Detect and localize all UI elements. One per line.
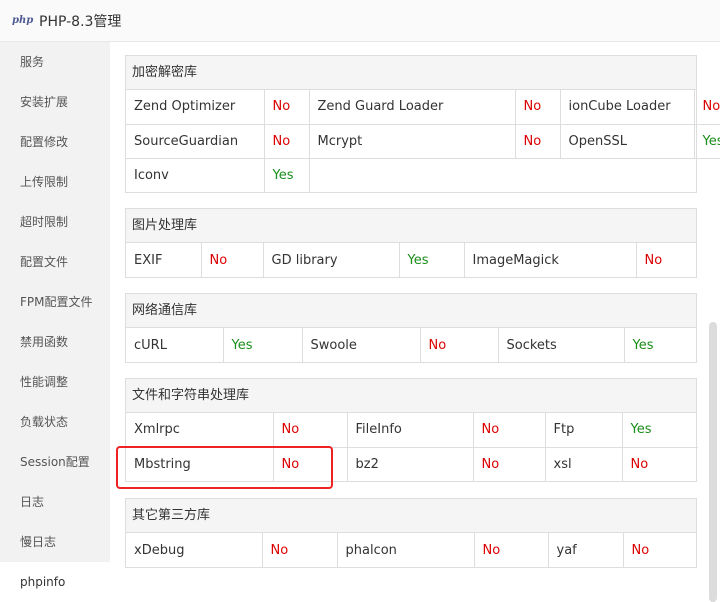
extension-name: ionCube Loader xyxy=(560,90,695,125)
window-title: PHP-8.3管理 xyxy=(39,13,122,30)
table-row: Zend Optimizer No Zend Guard Loader No i… xyxy=(126,90,720,125)
extension-name: OpenSSL xyxy=(560,124,695,159)
extension-status: No xyxy=(273,447,348,481)
sidebar-item-log[interactable]: 日志 xyxy=(0,482,110,522)
section-crypto: 加密解密库 Zend Optimizer No Zend Guard Loade… xyxy=(125,55,720,193)
extension-status: No xyxy=(201,243,264,277)
extension-status: Yes xyxy=(223,328,303,362)
extension-status: No xyxy=(630,456,649,472)
section-file-string: 文件和字符串处理库 Xmlrpc No FileInfo No Ftp Yes … xyxy=(125,378,698,482)
table-row: EXIF No GD library Yes ImageMagick No xyxy=(126,243,698,277)
extension-name: xsl xyxy=(545,447,623,481)
vertical-scrollbar[interactable] xyxy=(709,322,717,602)
sidebar-item-disabled-functions[interactable]: 禁用函数 xyxy=(0,322,110,362)
sidebar: 服务 安装扩展 配置修改 上传限制 超时限制 配置文件 FPM配置文件 禁用函数… xyxy=(0,42,110,602)
extension-status: Yes xyxy=(694,124,720,159)
sidebar-item-install-extension[interactable]: 安装扩展 xyxy=(0,82,110,122)
extension-name: Mcrypt xyxy=(309,124,516,159)
extension-status: Yes xyxy=(622,413,698,448)
extension-name: Zend Optimizer xyxy=(126,90,265,125)
sidebar-item-config-edit[interactable]: 配置修改 xyxy=(0,122,110,162)
extension-name: GD library xyxy=(263,243,400,277)
extension-status: No xyxy=(262,533,338,567)
section-third-party: 其它第三方库 xDebug No phalcon No yaf No xyxy=(125,498,697,568)
extension-table: Zend Optimizer No Zend Guard Loader No i… xyxy=(126,90,720,192)
section-title: 网络通信库 xyxy=(126,294,696,328)
sidebar-item-load-status[interactable]: 负载状态 xyxy=(0,402,110,442)
table-row: Xmlrpc No FileInfo No Ftp Yes xyxy=(126,413,698,448)
section-title: 图片处理库 xyxy=(126,209,696,243)
extension-table: xDebug No phalcon No yaf No xyxy=(126,533,698,567)
sidebar-item-session-config[interactable]: Session配置 xyxy=(0,442,110,482)
section-image: 图片处理库 EXIF No GD library Yes ImageMagick… xyxy=(125,208,697,278)
extension-status: Yes xyxy=(632,337,654,353)
sidebar-item-config-file[interactable]: 配置文件 xyxy=(0,242,110,282)
extension-name: Zend Guard Loader xyxy=(309,90,516,125)
extension-status: No xyxy=(631,542,650,558)
window-titlebar: php PHP-8.3管理 xyxy=(0,0,720,42)
sidebar-item-phpinfo[interactable]: phpinfo xyxy=(0,562,110,602)
table-row: cURL Yes Swoole No Sockets Yes xyxy=(126,328,698,362)
extension-name: ImageMagick xyxy=(464,243,637,277)
extension-status: No xyxy=(515,90,561,125)
extension-status: No xyxy=(273,413,348,448)
extension-status: No xyxy=(264,90,310,125)
extension-name: Swoole xyxy=(302,328,421,362)
table-row: SourceGuardian No Mcrypt No OpenSSL Yes xyxy=(126,124,720,159)
extension-name: EXIF xyxy=(126,243,202,277)
section-title: 文件和字符串处理库 xyxy=(126,379,696,413)
sidebar-item-service[interactable]: 服务 xyxy=(0,42,110,82)
extension-status: Yes xyxy=(399,243,465,277)
section-title: 其它第三方库 xyxy=(126,499,696,533)
extension-table: EXIF No GD library Yes ImageMagick No xyxy=(126,243,698,277)
extension-status: No xyxy=(515,124,561,159)
extension-name: bz2 xyxy=(347,447,474,481)
empty-cell xyxy=(309,158,720,192)
extension-name: cURL xyxy=(126,328,224,362)
sidebar-item-slow-log[interactable]: 慢日志 xyxy=(0,522,110,562)
php-logo-icon: php xyxy=(12,15,34,26)
sidebar-item-timeout-limit[interactable]: 超时限制 xyxy=(0,202,110,242)
extension-status: No xyxy=(644,252,663,268)
extension-status: Yes xyxy=(264,158,310,192)
extension-name: FileInfo xyxy=(347,413,474,448)
extension-table: Xmlrpc No FileInfo No Ftp Yes Mbstring N… xyxy=(126,413,698,481)
table-row: xDebug No phalcon No yaf No xyxy=(126,533,698,567)
sidebar-item-performance[interactable]: 性能调整 xyxy=(0,362,110,402)
extension-name: SourceGuardian xyxy=(126,124,265,159)
extension-status: No xyxy=(694,90,720,125)
extension-name: Iconv xyxy=(126,158,265,192)
extension-name: Sockets xyxy=(498,328,625,362)
extension-status: No xyxy=(264,124,310,159)
sidebar-item-upload-limit[interactable]: 上传限制 xyxy=(0,162,110,202)
extension-name: Xmlrpc xyxy=(126,413,274,448)
extension-status: No xyxy=(420,328,499,362)
extension-status: No xyxy=(474,533,549,567)
extension-name: phalcon xyxy=(337,533,475,567)
extension-status: No xyxy=(473,413,546,448)
section-network: 网络通信库 cURL Yes Swoole No Sockets Yes xyxy=(125,293,697,363)
extension-name: xDebug xyxy=(126,533,263,567)
extension-status: No xyxy=(473,447,546,481)
extension-name: yaf xyxy=(548,533,624,567)
extension-name: Ftp xyxy=(545,413,623,448)
extension-table: cURL Yes Swoole No Sockets Yes xyxy=(126,328,698,362)
section-title: 加密解密库 xyxy=(126,56,696,90)
table-row: Iconv Yes xyxy=(126,158,720,192)
sidebar-item-fpm-config-file[interactable]: FPM配置文件 xyxy=(0,282,110,322)
extension-name: Mbstring xyxy=(126,447,274,481)
table-row: Mbstring No bz2 No xsl No xyxy=(126,447,698,481)
